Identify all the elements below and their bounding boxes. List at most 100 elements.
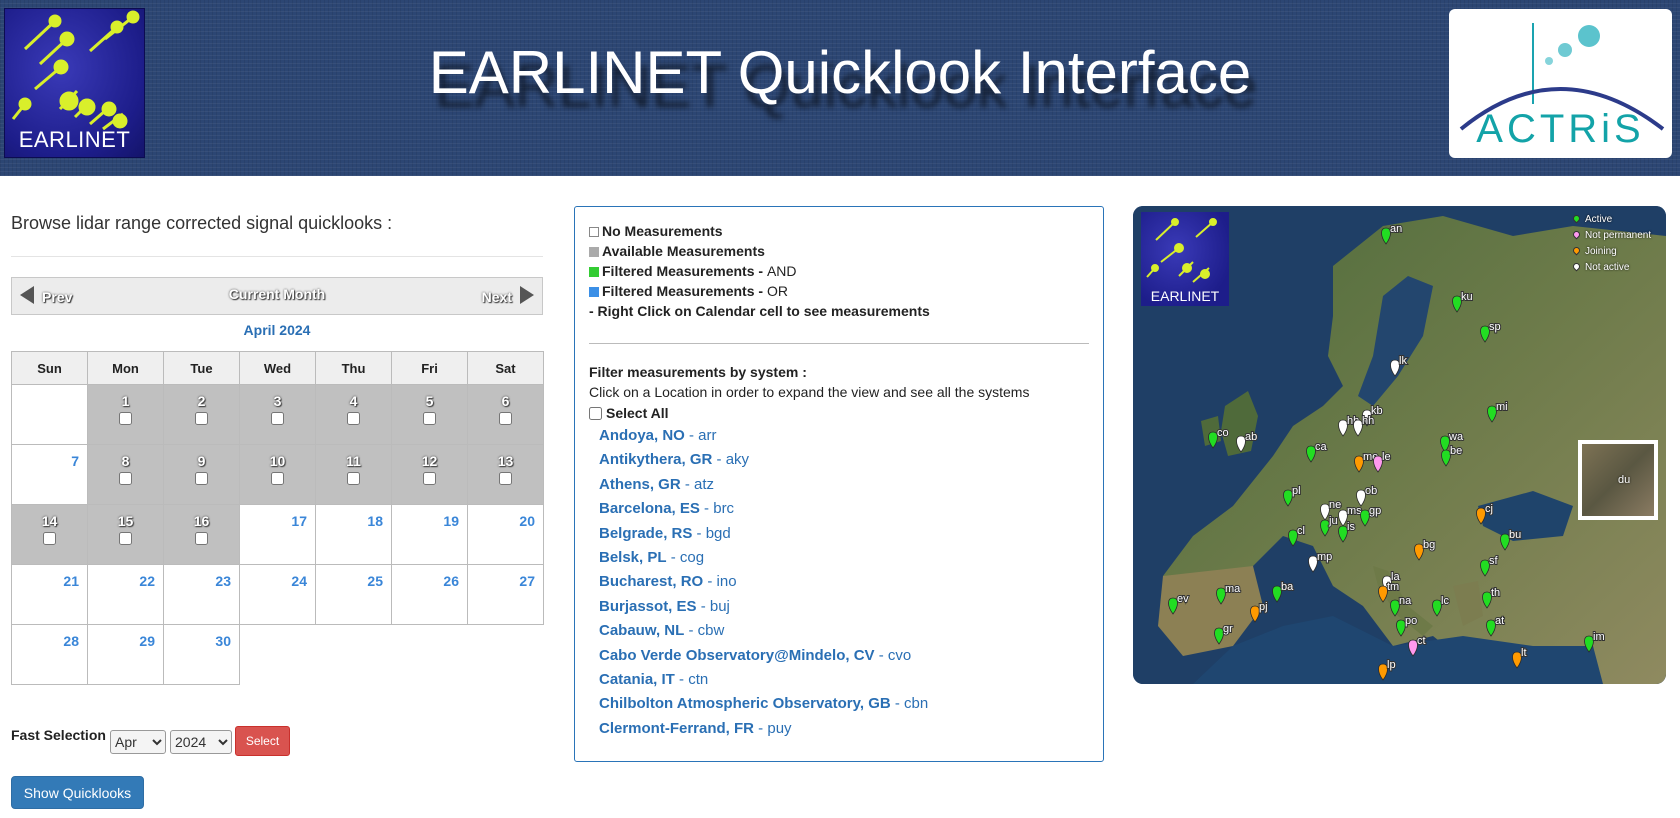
station-pin-mp[interactable]: mp xyxy=(1308,550,1333,573)
station-pin-gp[interactable]: gp xyxy=(1360,504,1382,527)
map-inset[interactable]: du xyxy=(1578,440,1658,520)
station-pin-pl[interactable]: pl xyxy=(1283,484,1302,507)
calendar-day-cell[interactable]: 4 xyxy=(315,384,392,445)
calendar-day-cell[interactable]: 18 xyxy=(315,504,392,565)
station-pin-sp[interactable]: sp xyxy=(1480,320,1502,343)
calendar-day-cell[interactable]: 2 xyxy=(163,384,240,445)
day-checkbox[interactable] xyxy=(347,412,360,425)
calendar-day-cell[interactable]: 26 xyxy=(391,564,468,625)
station-pin-na[interactable]: na xyxy=(1390,594,1413,617)
location-item[interactable]: Catania, IT - ctn xyxy=(599,671,1089,695)
calendar-day-cell[interactable]: 30 xyxy=(163,624,240,685)
calendar-day-cell[interactable]: 15 xyxy=(87,504,164,565)
station-pin-lt[interactable]: lt xyxy=(1512,646,1528,669)
show-quicklooks-button[interactable]: Show Quicklooks xyxy=(11,776,144,809)
location-item[interactable]: Bucharest, RO - ino xyxy=(599,573,1089,597)
actris-logo[interactable]: ACTRiS xyxy=(1449,9,1672,158)
station-pin-lc[interactable]: lc xyxy=(1432,594,1450,617)
station-pin-ct[interactable]: ct xyxy=(1408,634,1427,657)
day-checkbox[interactable] xyxy=(347,472,360,485)
calendar-day-cell[interactable]: 14 xyxy=(11,504,88,565)
location-item[interactable]: Cabo Verde Observatory@Mindelo, CV - cvo xyxy=(599,647,1089,671)
day-checkbox[interactable] xyxy=(499,472,512,485)
calendar-day-cell[interactable]: 11 xyxy=(315,444,392,505)
location-item[interactable]: Belgrade, RS - bgd xyxy=(599,525,1089,549)
calendar-day-cell[interactable]: 13 xyxy=(467,444,544,505)
calendar-day-cell[interactable]: 28 xyxy=(11,624,88,685)
calendar-day-cell[interactable]: 6 xyxy=(467,384,544,445)
calendar-day-cell[interactable]: 7 xyxy=(11,444,88,505)
next-month-button[interactable]: Next xyxy=(482,286,534,305)
station-pin-im[interactable]: im xyxy=(1584,630,1606,653)
select-all-checkbox[interactable] xyxy=(589,407,602,420)
station-pin-tm[interactable]: tm xyxy=(1378,580,1400,603)
calendar-day-cell[interactable]: 1 xyxy=(87,384,164,445)
station-pin-ku[interactable]: ku xyxy=(1452,290,1474,313)
select-all[interactable]: Select All xyxy=(589,405,669,421)
month-select[interactable]: Apr xyxy=(110,730,166,754)
calendar-day-cell[interactable]: 29 xyxy=(87,624,164,685)
calendar-day-cell[interactable]: 5 xyxy=(391,384,468,445)
location-item[interactable]: Athens, GR - atz xyxy=(599,476,1089,500)
year-select[interactable]: 2024 xyxy=(170,730,232,754)
station-pin-an[interactable]: an xyxy=(1381,222,1403,245)
calendar-day-cell[interactable]: 19 xyxy=(391,504,468,565)
station-pin-ev[interactable]: ev xyxy=(1168,592,1190,615)
station-pin-po[interactable]: po xyxy=(1396,614,1418,637)
day-checkbox[interactable] xyxy=(119,412,132,425)
station-pin-pj[interactable]: pj xyxy=(1250,600,1269,623)
station-pin-cl[interactable]: cl xyxy=(1288,524,1306,547)
station-pin-ju[interactable]: ju xyxy=(1320,514,1339,537)
calendar-day-cell[interactable]: 22 xyxy=(87,564,164,625)
day-checkbox[interactable] xyxy=(271,412,284,425)
location-item[interactable]: Clermont-Ferrand, FR - puy xyxy=(599,720,1089,744)
select-button[interactable]: Select xyxy=(235,726,290,756)
location-item[interactable]: Chilbolton Atmospheric Observatory, GB -… xyxy=(599,695,1089,719)
station-pin-at[interactable]: at xyxy=(1486,614,1505,637)
station-pin-bu[interactable]: bu xyxy=(1500,528,1522,551)
day-checkbox[interactable] xyxy=(119,532,132,545)
station-pin-th[interactable]: th xyxy=(1482,586,1501,609)
day-checkbox[interactable] xyxy=(423,472,436,485)
station-pin-ab[interactable]: ab xyxy=(1236,430,1258,453)
calendar-day-cell[interactable]: 17 xyxy=(239,504,316,565)
day-checkbox[interactable] xyxy=(195,532,208,545)
current-month-button[interactable]: Current Month xyxy=(12,286,542,302)
station-pin-cj[interactable]: cj xyxy=(1476,502,1494,525)
station-pin-ob[interactable]: ob xyxy=(1356,484,1378,507)
day-checkbox[interactable] xyxy=(423,412,436,425)
calendar-day-cell[interactable]: 10 xyxy=(239,444,316,505)
station-pin-lk[interactable]: lk xyxy=(1390,354,1408,377)
station-pin-gr[interactable]: gr xyxy=(1214,622,1234,645)
calendar-day-cell[interactable]: 24 xyxy=(239,564,316,625)
station-pin-ba[interactable]: ba xyxy=(1272,580,1295,603)
station-pin-ma[interactable]: ma xyxy=(1216,582,1242,605)
station-pin-co[interactable]: co xyxy=(1208,426,1230,449)
calendar-day-cell[interactable]: 27 xyxy=(467,564,544,625)
location-item[interactable]: Antikythera, GR - aky xyxy=(599,451,1089,475)
calendar-day-cell[interactable]: 3 xyxy=(239,384,316,445)
station-map[interactable]: an ku sp lk kb hb hh mi co ab ca wa me le be pl ob ne ms gp… xyxy=(1133,206,1666,684)
station-pin-bg[interactable]: bg xyxy=(1414,538,1436,561)
day-checkbox[interactable] xyxy=(499,412,512,425)
station-pin-lp[interactable]: lp xyxy=(1378,658,1397,681)
location-item[interactable]: Andoya, NO - arr xyxy=(599,427,1089,451)
day-checkbox[interactable] xyxy=(195,472,208,485)
location-item[interactable]: Cabauw, NL - cbw xyxy=(599,622,1089,646)
day-checkbox[interactable] xyxy=(271,472,284,485)
station-pin-sf[interactable]: sf xyxy=(1480,554,1500,577)
calendar-day-cell[interactable]: 20 xyxy=(467,504,544,565)
calendar-day-cell[interactable]: 25 xyxy=(315,564,392,625)
location-item[interactable]: Burjassot, ES - buj xyxy=(599,598,1089,622)
station-pin-is[interactable]: is xyxy=(1338,520,1356,543)
day-checkbox[interactable] xyxy=(43,532,56,545)
location-item[interactable]: Barcelona, ES - brc xyxy=(599,500,1089,524)
calendar-day-cell[interactable]: 8 xyxy=(87,444,164,505)
day-checkbox[interactable] xyxy=(195,412,208,425)
calendar-day-cell[interactable]: 9 xyxy=(163,444,240,505)
calendar-day-cell[interactable]: 16 xyxy=(163,504,240,565)
station-pin-mi[interactable]: mi xyxy=(1487,400,1509,423)
calendar-day-cell[interactable]: 21 xyxy=(11,564,88,625)
day-checkbox[interactable] xyxy=(119,472,132,485)
calendar-day-cell[interactable]: 12 xyxy=(391,444,468,505)
